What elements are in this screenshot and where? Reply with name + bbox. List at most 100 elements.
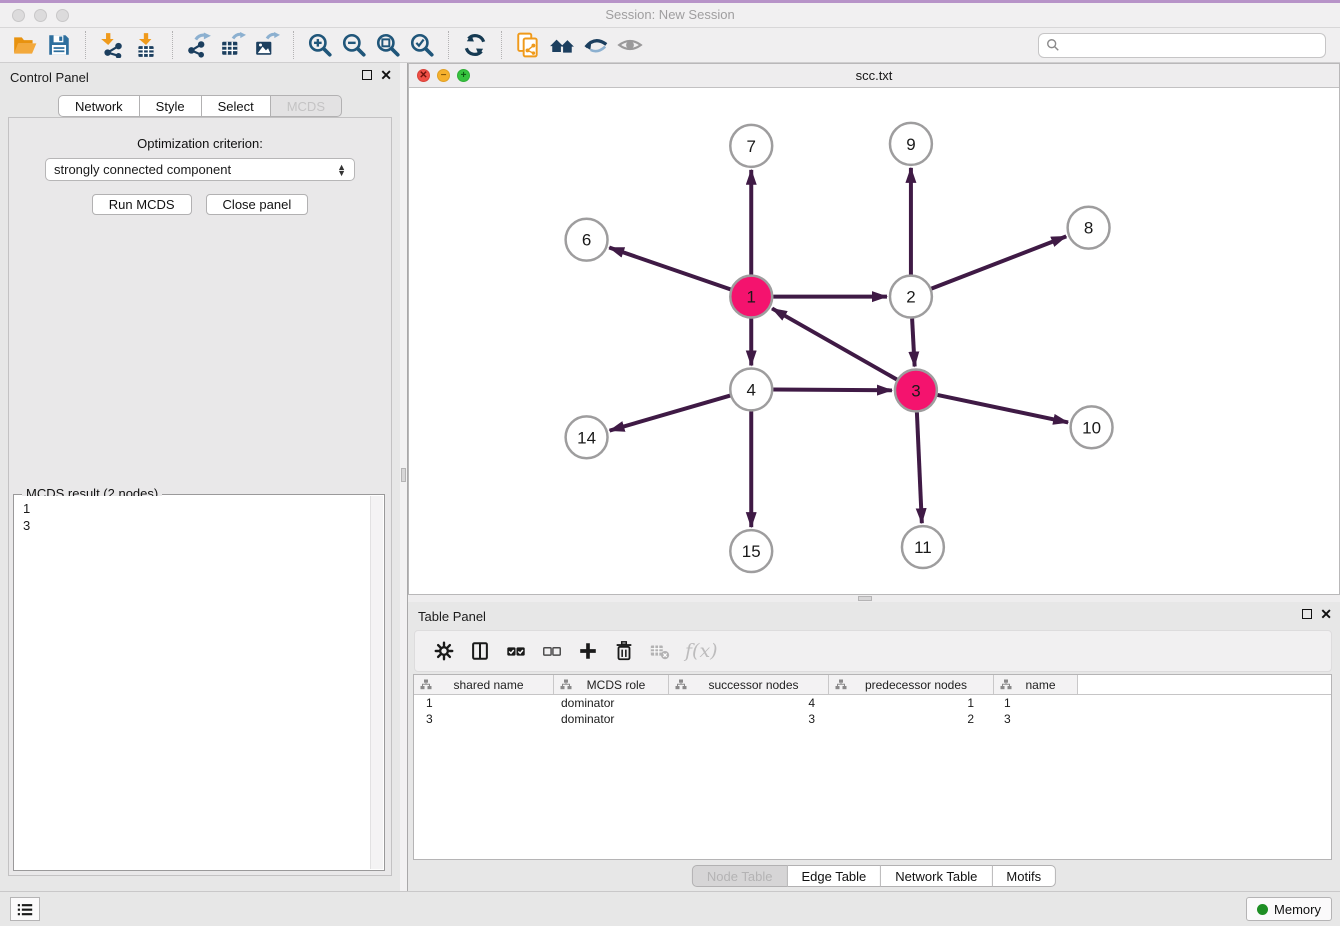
select-all-columns-button[interactable] bbox=[501, 636, 531, 666]
zoom-selected-button[interactable] bbox=[405, 30, 439, 60]
splitter-grip[interactable] bbox=[401, 468, 406, 482]
save-session-button[interactable] bbox=[42, 30, 76, 60]
close-panel-icon[interactable]: ✕ bbox=[380, 70, 392, 80]
cell-name: 3 bbox=[994, 711, 1078, 727]
graph-node-3[interactable]: 3 bbox=[895, 369, 937, 411]
node-label: 15 bbox=[742, 542, 761, 561]
edge-4-14[interactable] bbox=[610, 396, 731, 431]
tab-node-table[interactable]: Node Table bbox=[692, 865, 788, 887]
ndex-documents-icon bbox=[515, 32, 541, 58]
float-panel-icon[interactable] bbox=[362, 70, 372, 80]
column-header-MCDS-role[interactable]: MCDS role bbox=[554, 675, 669, 694]
show-graphics-details-button[interactable] bbox=[613, 30, 647, 60]
graph-node-1[interactable]: 1 bbox=[730, 276, 772, 318]
export-table-icon bbox=[220, 32, 246, 58]
fit-content-button[interactable] bbox=[371, 30, 405, 60]
tab-network-table[interactable]: Network Table bbox=[881, 865, 992, 887]
table-body: 1dominator4113dominator323 bbox=[414, 695, 1331, 727]
zoom-out-button[interactable] bbox=[337, 30, 371, 60]
table-row[interactable]: 3dominator323 bbox=[414, 711, 1331, 727]
table-row[interactable]: 1dominator411 bbox=[414, 695, 1331, 711]
splitter-grip[interactable] bbox=[858, 596, 872, 601]
graph-node-2[interactable]: 2 bbox=[890, 276, 932, 318]
delete-table-button-disabled bbox=[645, 636, 675, 666]
graph-node-6[interactable]: 6 bbox=[566, 219, 608, 261]
tab-select[interactable]: Select bbox=[202, 95, 271, 117]
refresh-icon bbox=[462, 32, 488, 58]
network-canvas[interactable]: 7 9 6 8 1 2 4 3 14 10 15 11 bbox=[409, 88, 1339, 594]
deselect-all-columns-button[interactable] bbox=[537, 636, 567, 666]
edge-2-3[interactable] bbox=[912, 319, 915, 367]
edge-4-3[interactable] bbox=[773, 390, 892, 391]
export-image-button[interactable] bbox=[250, 30, 284, 60]
table-panel-title: Table Panel bbox=[418, 609, 486, 624]
column-layout-button[interactable] bbox=[465, 636, 495, 666]
node-label: 2 bbox=[906, 288, 915, 307]
open-session-button[interactable] bbox=[8, 30, 42, 60]
control-panel-title: Control Panel bbox=[10, 70, 89, 85]
export-network-button[interactable] bbox=[182, 30, 216, 60]
column-header-successor-nodes[interactable]: successor nodes bbox=[669, 675, 829, 694]
graph-node-11[interactable]: 11 bbox=[902, 526, 944, 568]
column-header-predecessor-nodes[interactable]: predecessor nodes bbox=[829, 675, 994, 694]
criterion-value: strongly connected component bbox=[54, 162, 231, 177]
import-network-button[interactable] bbox=[95, 30, 129, 60]
edge-3-10[interactable] bbox=[937, 395, 1068, 422]
graph-node-9[interactable]: 9 bbox=[890, 123, 932, 165]
first-neighbors-button[interactable] bbox=[545, 30, 579, 60]
column-header-shared-name[interactable]: shared name bbox=[414, 675, 554, 694]
cell-MCDS-role: dominator bbox=[554, 695, 669, 711]
run-mcds-button[interactable]: Run MCDS bbox=[92, 194, 192, 215]
edge-3-1[interactable] bbox=[772, 308, 897, 379]
edge-1-6[interactable] bbox=[609, 248, 730, 290]
vertical-splitter[interactable] bbox=[400, 63, 408, 891]
result-scrollbar[interactable] bbox=[370, 496, 383, 869]
graph-node-7[interactable]: 7 bbox=[730, 125, 772, 167]
float-panel-icon[interactable] bbox=[1302, 609, 1312, 619]
node-label: 11 bbox=[914, 538, 932, 557]
export-table-button[interactable] bbox=[216, 30, 250, 60]
task-history-button[interactable] bbox=[10, 897, 40, 921]
global-search-field[interactable] bbox=[1038, 33, 1326, 58]
graph-node-4[interactable]: 4 bbox=[730, 368, 772, 410]
graph-node-8[interactable]: 8 bbox=[1068, 207, 1110, 249]
open-folder-icon bbox=[12, 32, 38, 58]
paintbrush-eye-icon bbox=[583, 32, 609, 58]
hierarchy-icon bbox=[675, 679, 687, 690]
create-column-button[interactable] bbox=[573, 636, 603, 666]
horizontal-splitter[interactable] bbox=[408, 595, 1340, 602]
edge-3-11[interactable] bbox=[917, 412, 922, 523]
hide-graphics-details-button[interactable] bbox=[579, 30, 613, 60]
graph-node-15[interactable]: 15 bbox=[730, 530, 772, 572]
apply-layout-button[interactable] bbox=[458, 30, 492, 60]
hierarchy-icon bbox=[1000, 679, 1012, 690]
cell-successor-nodes: 3 bbox=[669, 711, 829, 727]
zoom-selected-icon bbox=[409, 32, 435, 58]
session-title: Session: New Session bbox=[0, 7, 1340, 22]
delete-column-button[interactable] bbox=[609, 636, 639, 666]
cell-MCDS-role: dominator bbox=[554, 711, 669, 727]
criterion-select[interactable]: strongly connected component ▲▼ bbox=[45, 158, 355, 181]
mcds-result-text[interactable]: 13 bbox=[15, 496, 370, 869]
memory-button[interactable]: Memory bbox=[1246, 897, 1332, 921]
tab-mcds[interactable]: MCDS bbox=[271, 95, 342, 117]
tab-edge-table[interactable]: Edge Table bbox=[787, 865, 881, 887]
main-toolbar bbox=[0, 28, 1340, 63]
search-input[interactable] bbox=[1065, 38, 1318, 53]
toolbar-separator bbox=[293, 31, 294, 59]
close-panel-icon[interactable]: ✕ bbox=[1320, 609, 1332, 619]
column-header-name[interactable]: name bbox=[994, 675, 1078, 694]
close-panel-button[interactable]: Close panel bbox=[206, 194, 309, 215]
tab-style[interactable]: Style bbox=[140, 95, 202, 117]
fit-content-icon bbox=[375, 32, 401, 58]
graph-node-10[interactable]: 10 bbox=[1071, 406, 1113, 448]
open-ndex-button[interactable] bbox=[511, 30, 545, 60]
zoom-in-button[interactable] bbox=[303, 30, 337, 60]
graph-node-14[interactable]: 14 bbox=[566, 416, 608, 458]
import-table-button[interactable] bbox=[129, 30, 163, 60]
edge-2-8[interactable] bbox=[931, 236, 1066, 288]
table-settings-button[interactable] bbox=[429, 636, 459, 666]
toolbar-separator bbox=[448, 31, 449, 59]
tab-motifs[interactable]: Motifs bbox=[992, 865, 1056, 887]
tab-network[interactable]: Network bbox=[58, 95, 140, 117]
